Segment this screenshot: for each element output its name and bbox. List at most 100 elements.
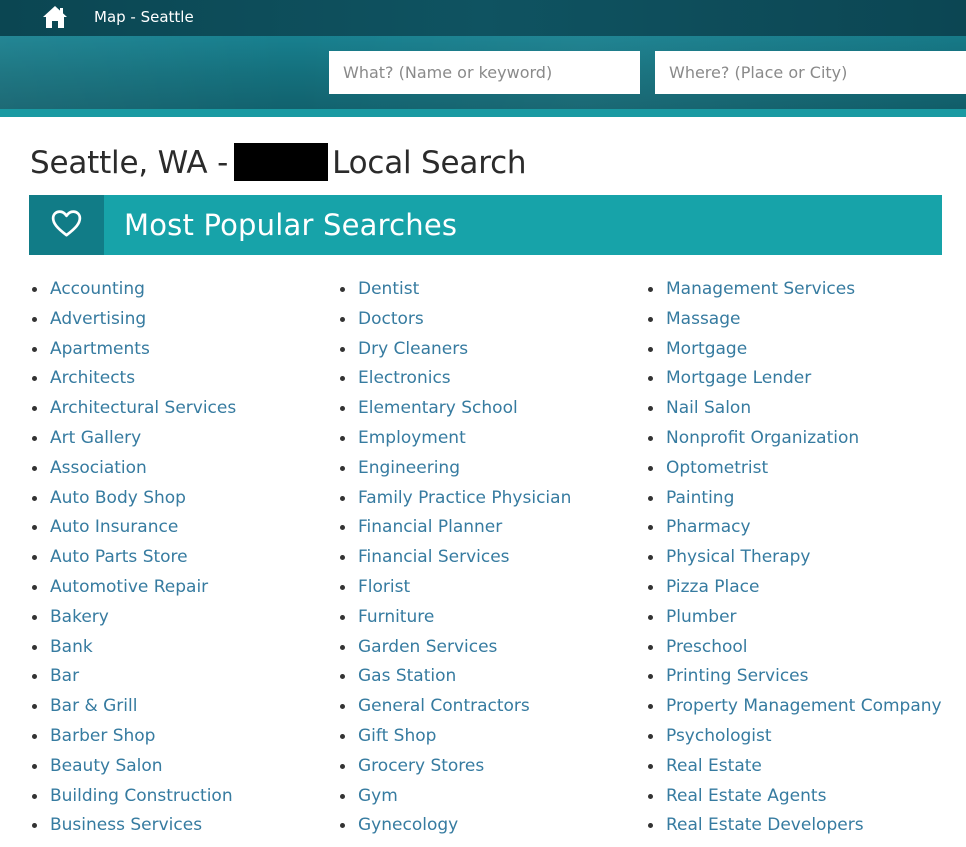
search-link[interactable]: Auto Parts Store [50, 547, 188, 567]
search-link[interactable]: Pizza Place [666, 577, 759, 597]
search-link[interactable]: Building Construction [50, 786, 233, 806]
list-item: Auto Parts Store [30, 542, 236, 572]
search-link[interactable]: Bar [50, 666, 79, 686]
search-link[interactable]: Florist [358, 577, 410, 597]
list-item: Apartments [30, 334, 236, 364]
list-item: Florist [338, 572, 571, 602]
search-link[interactable]: Elementary School [358, 398, 518, 418]
search-link[interactable]: Employment [358, 428, 466, 448]
list-item: Nonprofit Organization [646, 423, 942, 453]
search-link[interactable]: Massage [666, 309, 740, 329]
search-link[interactable]: Management Services [666, 279, 855, 299]
search-link[interactable]: Barber Shop [50, 726, 155, 746]
list-item: Advertising [30, 304, 236, 334]
search-link[interactable]: Architectural Services [50, 398, 236, 418]
search-link[interactable]: Apartments [50, 339, 150, 359]
list-item: Physical Therapy [646, 542, 942, 572]
list-item: Gynecology [338, 810, 571, 840]
search-link[interactable]: Grocery Stores [358, 756, 484, 776]
search-link[interactable]: Mortgage [666, 339, 747, 359]
search-link[interactable]: Gym [358, 786, 398, 806]
search-link[interactable]: Financial Planner [358, 517, 502, 537]
search-link[interactable]: Business Services [50, 815, 202, 835]
search-link[interactable]: Pharmacy [666, 517, 751, 537]
search-link[interactable]: Architects [50, 368, 135, 388]
search-link[interactable]: Automotive Repair [50, 577, 208, 597]
search-link[interactable]: Real Estate Agents [666, 786, 826, 806]
home-icon[interactable] [42, 5, 68, 29]
list-item: Family Practice Physician [338, 483, 571, 513]
list-item: Financial Services [338, 542, 571, 572]
list-item: Painting [646, 483, 942, 513]
search-link[interactable]: Association [50, 458, 147, 478]
list-item: Architects [30, 363, 236, 393]
search-link[interactable]: Gas Station [358, 666, 456, 686]
search-link[interactable]: Preschool [666, 637, 748, 657]
list-item: Architectural Services [30, 393, 236, 423]
search-link[interactable]: Real Estate Developers [666, 815, 864, 835]
list-item: Auto Insurance [30, 512, 236, 542]
list-item: Doctors [338, 304, 571, 334]
list-item: Pharmacy [646, 512, 942, 542]
search-link[interactable]: Art Gallery [50, 428, 141, 448]
list-item: Management Services [646, 274, 942, 304]
search-link[interactable]: Bakery [50, 607, 109, 627]
list-item: Accounting [30, 274, 236, 304]
search-link[interactable]: Printing Services [666, 666, 808, 686]
search-link[interactable]: Financial Services [358, 547, 510, 567]
list-item: Grocery Stores [338, 751, 571, 781]
search-link[interactable]: Family Practice Physician [358, 488, 571, 508]
search-link[interactable]: Psychologist [666, 726, 772, 746]
list-item: Optometrist [646, 453, 942, 483]
search-link[interactable]: Doctors [358, 309, 424, 329]
search-link[interactable]: Auto Insurance [50, 517, 178, 537]
search-link[interactable]: Accounting [50, 279, 145, 299]
list-item: Real Estate [646, 751, 942, 781]
search-link[interactable]: Furniture [358, 607, 434, 627]
search-link[interactable]: Nonprofit Organization [666, 428, 859, 448]
list-item: Garden Services [338, 632, 571, 662]
list-item: Real Estate Agents [646, 781, 942, 811]
search-link[interactable]: Physical Therapy [666, 547, 810, 567]
top-nav-bar: Map - Seattle [0, 0, 966, 36]
search-link[interactable]: Plumber [666, 607, 737, 627]
search-link[interactable]: Dentist [358, 279, 419, 299]
list-item: Property Management Company [646, 691, 942, 721]
search-link[interactable]: Advertising [50, 309, 146, 329]
search-link[interactable]: Nail Salon [666, 398, 751, 418]
list-item: Mortgage Lender [646, 363, 942, 393]
list-item: Bakery [30, 602, 236, 632]
section-icon-box [29, 195, 104, 255]
search-link[interactable]: Property Management Company [666, 696, 942, 716]
search-link[interactable]: Gynecology [358, 815, 458, 835]
search-link[interactable]: Optometrist [666, 458, 768, 478]
list-item: Plumber [646, 602, 942, 632]
popular-searches-column-1: Accounting Advertising Apartments Architect… [30, 274, 236, 840]
list-item: Art Gallery [30, 423, 236, 453]
search-link[interactable]: Beauty Salon [50, 756, 163, 776]
search-link[interactable]: Garden Services [358, 637, 497, 657]
search-link[interactable]: Bar & Grill [50, 696, 137, 716]
search-link[interactable]: Painting [666, 488, 734, 508]
search-link[interactable]: Auto Body Shop [50, 488, 186, 508]
popular-searches-column-3: Management Services Massage Mortgage Mortga… [646, 274, 942, 840]
list-item: Pizza Place [646, 572, 942, 602]
list-item: Building Construction [30, 781, 236, 811]
search-link[interactable]: Mortgage Lender [666, 368, 811, 388]
list-item: Employment [338, 423, 571, 453]
where-search-input[interactable] [655, 51, 966, 94]
breadcrumb-map-seattle[interactable]: Map - Seattle [94, 0, 194, 34]
search-link[interactable]: Dry Cleaners [358, 339, 468, 359]
search-link[interactable]: Gift Shop [358, 726, 436, 746]
search-link[interactable]: Bank [50, 637, 93, 657]
page-title-prefix: Seattle, WA - [30, 145, 229, 181]
list-item: Preschool [646, 632, 942, 662]
search-link[interactable]: Real Estate [666, 756, 762, 776]
list-item: Bank [30, 632, 236, 662]
list-item: Furniture [338, 602, 571, 632]
list-item: Beauty Salon [30, 751, 236, 781]
search-link[interactable]: Electronics [358, 368, 451, 388]
what-search-input[interactable] [329, 51, 640, 94]
search-link[interactable]: Engineering [358, 458, 460, 478]
search-link[interactable]: General Contractors [358, 696, 530, 716]
